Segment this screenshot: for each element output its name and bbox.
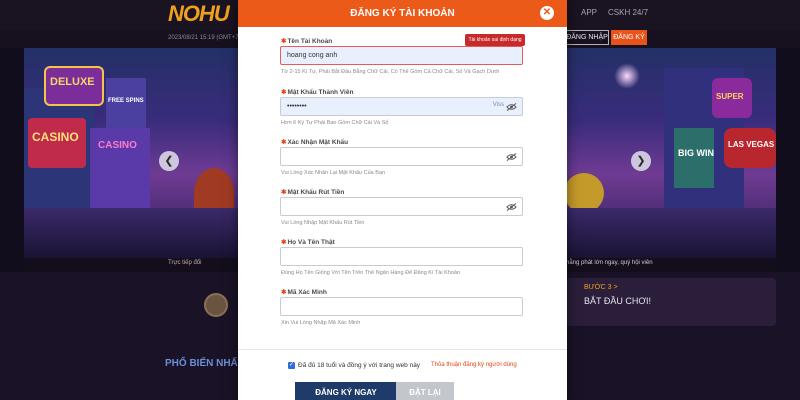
register-modal: ĐĂNG KÝ TÀI KHOẢN ✕ ✱Tên Tài Khoản Tài k… xyxy=(238,0,567,400)
banner-prev-button[interactable]: ❮ xyxy=(159,151,179,171)
modal-divider xyxy=(238,349,567,350)
date-text: 2023/08/21 15:19 (GMT+7) xyxy=(168,35,241,41)
close-icon: ✕ xyxy=(542,7,552,18)
agree-text: Đã đủ 18 tuổi và đồng ý với trang web nà… xyxy=(298,362,421,369)
banner-sign: LAS VEGAS xyxy=(728,140,775,149)
username-error-tooltip: Tài khoản sai định dạng xyxy=(465,34,525,46)
site-logo[interactable]: NOHU xyxy=(168,1,230,27)
password-value: •••••••• xyxy=(287,103,307,110)
nav-support[interactable]: CSKH 24/7 xyxy=(608,8,648,17)
username-value: hoang cong anh xyxy=(287,52,338,59)
step-avatar xyxy=(204,293,228,317)
banner-sign: DELUXE xyxy=(50,76,95,88)
saved-password-hint: Viss xyxy=(492,102,504,108)
eye-slash-icon[interactable] xyxy=(506,202,517,212)
password-label: ✱Mật Khẩu Thành Viên xyxy=(281,89,354,96)
ticker-left-text: Trực tiếp đổi xyxy=(168,260,202,266)
verification-label: ✱Mã Xác Minh xyxy=(281,289,327,296)
banner-sign: CASINO xyxy=(98,140,137,151)
password-input[interactable]: •••••••• Viss xyxy=(280,97,523,116)
withdraw-password-input[interactable] xyxy=(280,197,523,216)
withdraw-password-label: ✱Mật Khẩu Rút Tiền xyxy=(281,189,345,196)
step-title: BẮT ĐẦU CHƠI! xyxy=(584,296,652,306)
real-name-label: ✱Họ Và Tên Thật xyxy=(281,239,335,246)
confirm-password-hint: Vui Lòng Xác Nhận Lại Mật Khẩu Của Bạn xyxy=(281,170,386,176)
login-button[interactable]: ĐĂNG NHẬP xyxy=(565,30,609,45)
nav-app[interactable]: APP xyxy=(581,8,597,17)
ticker-right-text: hằng phát lớn ngay, quý hội viên xyxy=(566,260,653,266)
step-label: BƯỚC 3 > xyxy=(584,284,618,291)
confirm-password-label: ✱Xác Nhận Mật Khẩu xyxy=(281,139,349,146)
banner-next-button[interactable]: ❯ xyxy=(631,151,651,171)
check-icon: ✓ xyxy=(288,362,295,368)
user-agreement-link[interactable]: Thỏa thuận đăng ký người dùng xyxy=(431,362,517,368)
agree-checkbox[interactable]: ✓ xyxy=(288,362,295,369)
chevron-left-icon: ❮ xyxy=(164,155,174,167)
chevron-right-icon: ❯ xyxy=(636,155,646,167)
eye-slash-icon[interactable] xyxy=(506,102,517,112)
username-input[interactable]: hoang cong anh xyxy=(280,46,523,65)
username-hint: Từ 2-15 Kí Tự, Phải Bắt Đầu Bằng Chữ Cái… xyxy=(281,69,500,75)
reset-button[interactable]: ĐẶT LẠI xyxy=(396,382,454,400)
eye-slash-icon[interactable] xyxy=(506,152,517,162)
banner-sign: BIG WIN xyxy=(678,148,714,158)
modal-title: ĐĂNG KÝ TÀI KHOẢN xyxy=(350,8,455,19)
register-now-button[interactable]: ĐĂNG KÝ NGAY xyxy=(295,382,397,400)
banner-sign: FREE SPINS xyxy=(108,98,144,104)
banner-sign: SUPER xyxy=(716,92,744,101)
popular-heading: PHỔ BIẾN NHẤT xyxy=(165,358,244,369)
verification-hint: Xin Vui Lòng Nhập Mã Xác Minh xyxy=(281,320,361,326)
withdraw-password-hint: Vui Lòng Nhập Mật Khẩu Rút Tiền xyxy=(281,220,365,226)
password-hint: Hơn 6 Ký Tự Phải Bao Gồm Chữ Cái Và Số xyxy=(281,120,389,126)
real-name-input[interactable] xyxy=(280,247,523,266)
real-name-hint: Đúng Họ Tên Giống Với Tên Trên Thẻ Ngân … xyxy=(281,270,461,276)
banner-sign: CASINO xyxy=(32,130,79,144)
username-label: ✱Tên Tài Khoản xyxy=(281,38,333,45)
verification-input[interactable] xyxy=(280,297,523,316)
confirm-password-input[interactable] xyxy=(280,147,523,166)
close-button[interactable]: ✕ xyxy=(540,6,554,20)
register-button[interactable]: ĐĂNG KÝ xyxy=(611,30,647,45)
